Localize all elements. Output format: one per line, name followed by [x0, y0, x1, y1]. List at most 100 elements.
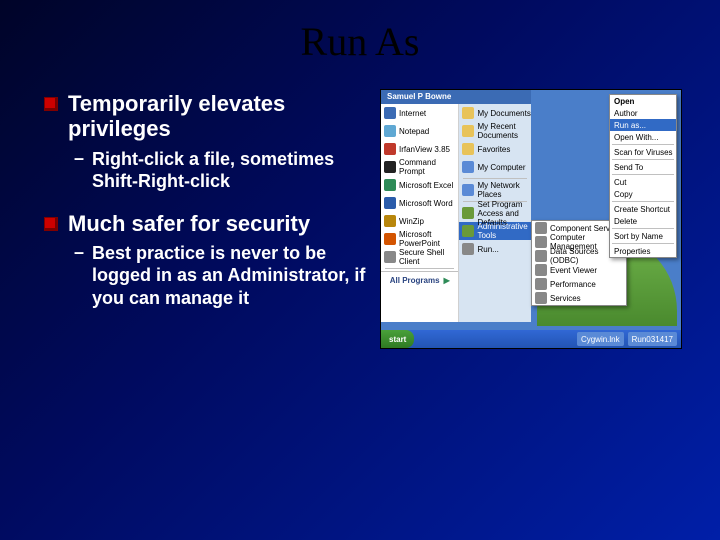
place-icon — [462, 243, 474, 255]
separator — [612, 243, 674, 244]
taskbar-button[interactable]: Run031417 — [628, 332, 677, 346]
item-label: My Documents — [477, 109, 530, 118]
item-label: WinZip — [399, 217, 424, 226]
start-menu-place[interactable]: My Documents — [459, 104, 531, 122]
separator — [612, 201, 674, 202]
app-icon — [384, 215, 396, 227]
start-menu-item[interactable]: Command Prompt — [381, 158, 458, 176]
item-label: Notepad — [399, 127, 429, 136]
app-icon — [384, 179, 396, 191]
item-label: Microsoft Word — [399, 199, 453, 208]
item-label: Delete — [614, 217, 637, 226]
app-icon — [384, 143, 396, 155]
tool-icon — [535, 250, 547, 262]
item-label: Services — [550, 294, 581, 303]
item-label: Run... — [477, 245, 498, 254]
subbullet-text: Right-click a file, sometimes Shift-Righ… — [92, 148, 374, 193]
context-menu-item[interactable]: Delete — [610, 215, 676, 227]
start-menu-place[interactable]: Administrative Tools — [459, 222, 531, 240]
bullet-level2: – Best practice is never to be logged in… — [74, 242, 374, 310]
context-menu-item[interactable]: Sort by Name — [610, 230, 676, 242]
item-label: Sort by Name — [614, 232, 663, 241]
dash-icon: – — [74, 242, 84, 310]
tool-icon — [535, 264, 547, 276]
all-programs[interactable]: All Programs ▶ — [381, 271, 458, 288]
context-menu-item[interactable]: Send To — [610, 161, 676, 173]
item-label: Copy — [614, 190, 633, 199]
context-menu-item[interactable]: Author — [610, 107, 676, 119]
item-label: Internet — [399, 109, 426, 118]
bullet-level2: – Right-click a file, sometimes Shift-Ri… — [74, 148, 374, 193]
context-menu-item[interactable]: Open With... — [610, 131, 676, 143]
app-icon — [384, 125, 396, 137]
separator — [612, 159, 674, 160]
subbullet-text: Best practice is never to be logged in a… — [92, 242, 374, 310]
separator — [612, 144, 674, 145]
item-label: Event Viewer — [550, 266, 597, 275]
place-icon — [462, 207, 474, 219]
start-menu-item[interactable]: Notepad — [381, 122, 458, 140]
slide-body: Temporarily elevates privileges – Right-… — [0, 65, 720, 349]
context-menu-item[interactable]: Scan for Viruses — [610, 146, 676, 158]
place-icon — [462, 161, 474, 173]
start-menu-item[interactable]: Microsoft PowerPoint — [381, 230, 458, 248]
item-label: Performance — [550, 280, 596, 289]
start-menu-place[interactable]: Favorites — [459, 140, 531, 158]
submenu-item[interactable]: Event Viewer — [532, 263, 626, 277]
start-menu-place[interactable]: My Recent Documents — [459, 122, 531, 140]
bullet-text: Temporarily elevates privileges — [68, 91, 374, 142]
start-menu-places-column: My Documents My Recent DocumentsFavorites… — [459, 104, 531, 322]
context-menu-item[interactable]: Run as... — [610, 119, 676, 131]
taskbar[interactable]: start Cygwin.lnk Run031417 — [381, 330, 681, 348]
submenu-item[interactable]: Services — [532, 291, 626, 305]
item-label: Run as... — [614, 121, 646, 130]
bullet-level1: Temporarily elevates privileges — [44, 91, 374, 142]
start-menu-place[interactable]: My Network Places — [459, 181, 531, 199]
start-menu-place[interactable]: Set Program Access and Defaults — [459, 204, 531, 222]
start-menu-item[interactable]: WinZip — [381, 212, 458, 230]
start-menu[interactable]: Samuel P Bowne Internet Notepad IrfanView … — [381, 90, 531, 322]
context-menu-item[interactable]: Cut — [610, 176, 676, 188]
context-menu-item[interactable]: Create Shortcut — [610, 203, 676, 215]
context-menu-item[interactable]: Copy — [610, 188, 676, 200]
slide: Run As Temporarily elevates privileges –… — [0, 0, 720, 540]
context-menu[interactable]: OpenAuthor Run as...Open With... Scan for … — [609, 94, 677, 258]
item-label: Microsoft PowerPoint — [399, 230, 458, 248]
place-icon — [462, 143, 474, 155]
tool-icon — [535, 236, 547, 248]
bullet-square-icon — [44, 217, 58, 231]
item-label: Scan for Viruses — [614, 148, 673, 157]
tool-icon — [535, 222, 547, 234]
taskbar-button[interactable]: Cygwin.lnk — [577, 332, 624, 346]
item-label: Cut — [614, 178, 626, 187]
app-icon — [384, 107, 396, 119]
start-menu-place[interactable]: My Computer — [459, 158, 531, 176]
bullet-level1: Much safer for security — [44, 211, 374, 236]
all-programs-label: All Programs — [390, 276, 440, 285]
bullet-text: Much safer for security — [68, 211, 310, 236]
start-menu-item[interactable]: IrfanView 3.85 — [381, 140, 458, 158]
context-menu-item[interactable]: Open — [610, 95, 676, 107]
item-label: Secure Shell Client — [399, 248, 458, 266]
text-column: Temporarily elevates privileges – Right-… — [44, 83, 374, 349]
submenu-item[interactable]: Performance — [532, 277, 626, 291]
item-label: Administrative Tools — [477, 222, 531, 240]
start-menu-item[interactable]: Microsoft Word — [381, 194, 458, 212]
start-menu-user: Samuel P Bowne — [381, 90, 531, 104]
start-menu-item[interactable]: Microsoft Excel — [381, 176, 458, 194]
item-label: Create Shortcut — [614, 205, 670, 214]
embedded-screenshot: Samuel P Bowne Internet Notepad IrfanView … — [380, 89, 682, 349]
bullet-square-icon — [44, 97, 58, 111]
chevron-right-icon: ▶ — [444, 276, 450, 285]
dash-icon: – — [74, 148, 84, 193]
start-button[interactable]: start — [381, 330, 414, 348]
start-menu-pinned-column: Internet Notepad IrfanView 3.85Command Pro… — [381, 104, 459, 322]
start-menu-place[interactable]: Run... — [459, 240, 531, 258]
start-menu-item[interactable]: Internet — [381, 104, 458, 122]
separator — [385, 268, 454, 269]
context-menu-item[interactable]: Properties — [610, 245, 676, 257]
place-icon — [462, 184, 474, 196]
slide-title: Run As — [0, 0, 720, 65]
app-icon — [384, 197, 396, 209]
start-menu-item[interactable]: Secure Shell Client — [381, 248, 458, 266]
